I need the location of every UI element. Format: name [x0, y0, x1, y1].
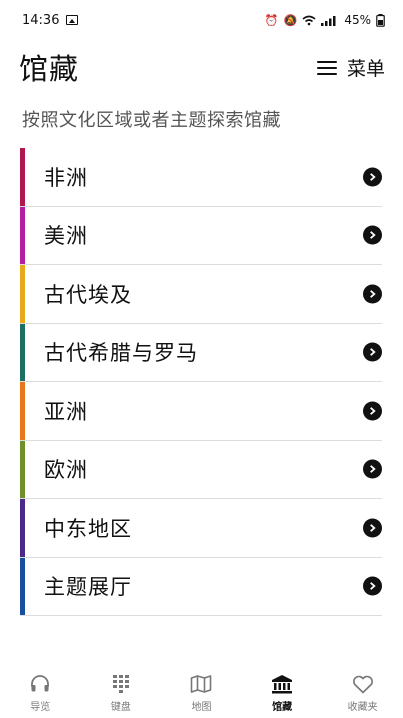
accent-bar	[20, 265, 25, 323]
collection-item-middle-east[interactable]: 中东地区	[20, 499, 382, 558]
collection-item-ancient-egypt[interactable]: 古代埃及	[20, 265, 382, 324]
nav-label: 地图	[191, 702, 212, 713]
page-subtitle: 按照文化区域或者主题探索馆藏	[22, 110, 281, 131]
collection-item-label: 古代希腊与罗马	[44, 341, 198, 366]
collection-item-label: 古代埃及	[44, 282, 132, 307]
nav-item-collections[interactable]: 馆藏	[242, 674, 322, 713]
collection-item-label: 中东地区	[44, 516, 132, 541]
accent-bar	[20, 148, 25, 206]
chevron-right-icon	[363, 225, 382, 245]
chevron-right-icon	[363, 518, 382, 538]
chevron-right-icon	[363, 401, 382, 421]
nav-item-keypad[interactable]: 键盘	[81, 674, 161, 713]
nav-label: 键盘	[110, 702, 131, 713]
accent-bar	[20, 499, 25, 557]
heart-icon	[352, 674, 374, 694]
bottom-nav: 导览 键盘 地图 馆藏 收藏夹	[0, 668, 403, 718]
header: 馆藏 菜单	[0, 44, 403, 88]
nav-item-favorites[interactable]: 收藏夹	[323, 674, 403, 713]
mute-icon: 🔕	[283, 13, 298, 27]
battery-icon	[376, 13, 385, 27]
nav-label: 导览	[30, 702, 51, 713]
accent-bar	[20, 557, 25, 615]
chevron-right-icon	[363, 459, 382, 479]
collection-item-themes[interactable]: 主题展厅	[20, 557, 382, 616]
nav-item-map[interactable]: 地图	[161, 674, 241, 713]
chevron-right-icon	[363, 576, 382, 596]
headphones-icon	[29, 674, 51, 694]
collection-item-americas[interactable]: 美洲	[20, 206, 382, 265]
collection-item-asia[interactable]: 亚洲	[20, 382, 382, 441]
nav-label: 馆藏	[272, 702, 293, 713]
accent-bar	[20, 440, 25, 498]
wifi-icon	[302, 15, 316, 25]
accent-bar	[20, 382, 25, 440]
battery-percent: 45%	[344, 13, 371, 27]
collection-list: 非洲 美洲 古代埃及 古代希腊与罗马 亚洲 欧洲 中东地区 主题展厅	[20, 148, 382, 616]
accent-bar	[20, 206, 25, 264]
collection-item-label: 非洲	[44, 165, 88, 190]
collection-item-africa[interactable]: 非洲	[20, 148, 382, 207]
gallery-notification-icon	[66, 15, 79, 25]
status-bar: 14:36 ⏰ 🔕 45%	[0, 0, 403, 40]
collection-item-greece-rome[interactable]: 古代希腊与罗马	[20, 323, 382, 382]
page-title: 馆藏	[19, 52, 80, 86]
collection-item-label: 主题展厅	[44, 575, 132, 600]
keypad-icon	[110, 674, 132, 694]
nav-label: 收藏夹	[347, 702, 378, 713]
museum-icon	[271, 674, 293, 694]
menu-label: 菜单	[346, 58, 385, 80]
collection-item-europe[interactable]: 欧洲	[20, 440, 382, 499]
alarm-icon: ⏰	[264, 13, 279, 27]
accent-bar	[20, 323, 25, 381]
map-icon	[190, 674, 212, 694]
signal-icon	[321, 15, 336, 26]
nav-item-guide[interactable]: 导览	[0, 674, 80, 713]
chevron-right-icon	[363, 342, 382, 362]
collection-item-label: 亚洲	[44, 399, 88, 424]
collection-item-label: 美洲	[44, 224, 88, 249]
chevron-right-icon	[363, 167, 382, 187]
status-time: 14:36	[22, 12, 60, 28]
chevron-right-icon	[363, 284, 382, 304]
collection-item-label: 欧洲	[44, 458, 88, 483]
menu-button[interactable]: 菜单	[316, 54, 385, 81]
hamburger-icon	[316, 60, 337, 75]
